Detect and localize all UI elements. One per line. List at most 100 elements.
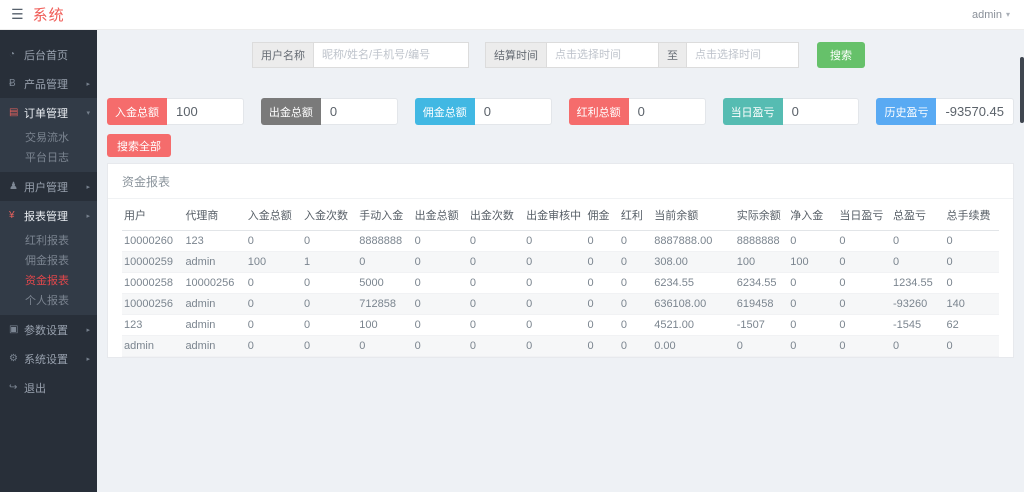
sidebar-item-products[interactable]: Ƀ 产品管理 ▸ (0, 69, 97, 98)
logout-icon: ↪ (9, 382, 18, 393)
stat-label[interactable]: 出金总额 (260, 98, 321, 125)
table-cell: 0 (524, 251, 586, 273)
stat-label[interactable]: 红利总额 (568, 98, 629, 125)
user-menu[interactable]: admin ▾ (972, 9, 1010, 21)
chevron-right-icon: ▸ (86, 326, 90, 334)
table-cell: 0 (618, 335, 653, 357)
stat-label[interactable]: 佣金总额 (414, 98, 475, 125)
stat-value: 0 (320, 98, 398, 125)
table-cell: 0 (837, 251, 891, 273)
sidebar-item-funds-report[interactable]: 资金报表 (0, 270, 97, 290)
panel-title-text: 资金报表 (122, 175, 171, 189)
params-icon: ▣ (9, 324, 19, 335)
product-icon: Ƀ (9, 78, 16, 89)
table-cell: 8887888.00 (652, 230, 735, 252)
username-input[interactable] (314, 42, 469, 68)
table-row[interactable]: admin admin 0 0 0 0 0 0 0 0 0.00 0 0 0 0 0 (122, 335, 999, 357)
sidebar-item-bonus-report[interactable]: 红利报表 (0, 230, 97, 250)
table-cell: 0 (585, 272, 619, 294)
column-header: 总盈亏 (890, 199, 945, 231)
table-cell: 0 (524, 335, 586, 357)
sidebar-item-orders[interactable]: ▤ 订单管理 ▾ (0, 98, 97, 127)
panel-title: 资金报表 (108, 164, 1013, 199)
table-cell: 0 (788, 272, 838, 294)
chevron-right-icon: ▸ (86, 212, 90, 220)
table-cell: 0 (788, 230, 838, 252)
table-cell: 0 (524, 293, 586, 315)
sidebar-item-commission-report[interactable]: 佣金报表 (0, 250, 97, 270)
sidebar-item-logout[interactable]: ↪ 退出 (0, 373, 97, 402)
table-cell: 0 (585, 314, 619, 336)
table-cell: 0 (301, 314, 358, 336)
table-row[interactable]: 10000258 10000256 0 0 5000 0 0 0 0 0 6234.55 6234.5… (122, 272, 999, 294)
table-cell: 0 (890, 230, 945, 252)
table-cell: 0 (467, 251, 525, 273)
table-cell: -1507 (734, 314, 789, 336)
table-row[interactable]: 123 admin 0 0 100 0 0 0 0 0 4521.00 -1507 0 0 -1545 62 (122, 314, 999, 336)
table-cell: 100 (734, 251, 789, 273)
table-cell: 8888888 (734, 230, 789, 252)
table-cell: 0 (837, 335, 891, 357)
table-cell: 0 (944, 251, 999, 273)
stat-label[interactable]: 当日盈亏 (722, 98, 783, 125)
start-time-input[interactable] (547, 42, 659, 68)
table-cell: 0 (301, 272, 358, 294)
sidebar-item-settings[interactable]: ⚙ 系统设置 ▸ (0, 344, 97, 373)
table-cell: 0 (788, 314, 838, 336)
table-cell: 0 (467, 335, 525, 357)
table-cell: 1234.55 (890, 272, 945, 294)
stat-bonus-total: 红利总额 0 (568, 98, 706, 125)
table-cell: 0 (357, 335, 413, 357)
table-cell: 0 (245, 314, 302, 336)
table-cell: 619458 (734, 293, 789, 315)
sidebar-item-personal-report[interactable]: 个人报表 (0, 290, 97, 310)
sidebar-item-dashboard[interactable]: ◔ 后台首页 (0, 40, 97, 69)
column-header: 净入金 (788, 199, 838, 231)
table-cell: 0 (890, 251, 945, 273)
scrollbar-thumb[interactable] (1020, 57, 1024, 123)
sidebar-subitem-label: 佣金报表 (25, 255, 69, 267)
sidebar-subitem-label: 红利报表 (25, 235, 69, 247)
search-all-button[interactable]: 搜索全部 (107, 134, 171, 157)
chevron-right-icon: ▸ (86, 183, 90, 191)
funds-table: 用户 代理商 入金总额 入金次数 手动入金 出金总额 出金次数 出金审核中 佣金 红利 当前余额 实际… (122, 199, 999, 357)
table-cell: 636108.00 (652, 293, 735, 315)
search-button[interactable]: 搜索 (817, 42, 865, 68)
table-cell: 100 (245, 251, 302, 273)
table-row[interactable]: 10000260 123 0 0 8888888 0 0 0 0 0 8887888.00 88888… (122, 230, 999, 252)
sidebar-item-reports[interactable]: ¥ 报表管理 ▸ (0, 201, 97, 230)
sidebar-item-platform-log[interactable]: 平台日志 (0, 147, 97, 167)
table-cell: 10000258 (122, 272, 184, 294)
stat-label[interactable]: 历史盈亏 (876, 98, 937, 125)
column-header: 手动入金 (357, 199, 413, 231)
sidebar-item-users[interactable]: ♟ 用户管理 ▸ (0, 172, 97, 201)
table-cell: 0.00 (652, 335, 735, 357)
table-row[interactable]: 10000259 admin 100 1 0 0 0 0 0 0 308.00 100 100 0 0 0 (122, 251, 999, 273)
username: admin (972, 8, 1002, 21)
table-cell: admin (183, 293, 246, 315)
table-cell: 8888888 (357, 230, 413, 252)
table-cell: 0 (301, 230, 358, 252)
orders-icon: ▤ (9, 107, 19, 118)
table-cell: 0 (301, 293, 358, 315)
column-header: 红利 (618, 199, 653, 231)
column-header: 实际余额 (734, 199, 789, 231)
table-cell: 0 (618, 293, 653, 315)
sidebar-item-trade-flow[interactable]: 交易流水 (0, 127, 97, 147)
table-cell: 6234.55 (734, 272, 789, 294)
sidebar-subitem-label: 交易流水 (25, 132, 69, 144)
brand-title[interactable]: 系统 (33, 4, 65, 25)
table-cell: 62 (944, 314, 999, 336)
sidebar-item-params[interactable]: ▣ 参数设置 ▸ (0, 315, 97, 344)
stat-label[interactable]: 入金总额 (107, 98, 167, 125)
table-cell: 1 (301, 251, 358, 273)
dashboard-icon: ◔ (9, 49, 16, 60)
table-cell: 140 (944, 293, 999, 315)
end-time-input[interactable] (687, 42, 799, 68)
sidebar-group-orders: ▤ 订单管理 ▾ 交易流水 平台日志 (0, 98, 97, 172)
table-cell: 0 (618, 314, 653, 336)
menu-toggle-icon[interactable]: ☰ (11, 6, 24, 23)
stat-withdraw-total: 出金总额 0 (260, 98, 398, 125)
table-row[interactable]: 10000256 admin 0 0 712858 0 0 0 0 0 636108.00 61945… (122, 293, 999, 315)
column-header: 佣金 (585, 199, 619, 231)
